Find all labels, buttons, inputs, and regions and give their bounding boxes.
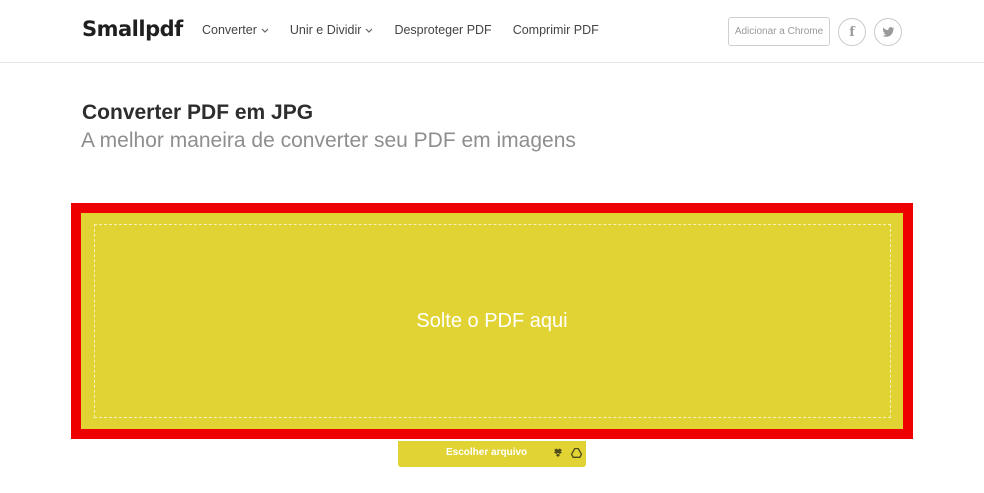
top-header: Smallpdf Converter Unir e Dividir Despro…	[0, 0, 984, 63]
page-subtitle: A melhor maneira de converter seu PDF em…	[81, 129, 576, 152]
nav-item-comprimir[interactable]: Comprimir PDF	[513, 23, 599, 37]
dropzone-label: Solte o PDF aqui	[416, 309, 568, 332]
main-nav: Converter Unir e Dividir Desproteger PDF…	[202, 23, 620, 37]
choose-file-label: Escolher arquivo	[446, 447, 528, 458]
nav-item-label: Unir e Dividir	[289, 23, 362, 37]
nav-item-desproteger[interactable]: Desproteger PDF	[394, 23, 491, 37]
facebook-icon[interactable]: f	[838, 18, 866, 46]
pdf-dropzone[interactable]: Solte o PDF aqui	[81, 213, 903, 429]
nav-item-label: Comprimir PDF	[512, 23, 599, 37]
nav-item-label: Converter	[202, 23, 257, 37]
twitter-icon[interactable]	[874, 18, 902, 46]
chevron-down-icon	[261, 25, 269, 35]
google-drive-icon[interactable]	[570, 447, 582, 459]
chevron-down-icon	[365, 25, 373, 35]
source-icons	[552, 447, 582, 459]
page-title: Converter PDF em JPG	[82, 101, 314, 124]
logo[interactable]: Smallpdf	[82, 17, 183, 41]
nav-item-converter[interactable]: Converter	[202, 23, 269, 37]
choose-file-button[interactable]: Escolher arquivo	[398, 441, 586, 467]
add-to-chrome-button[interactable]: Adicionar a Chrome	[728, 17, 830, 46]
dropbox-icon[interactable]	[552, 447, 564, 459]
nav-item-label: Desproteger PDF	[394, 23, 492, 37]
facebook-letter: f	[849, 24, 855, 40]
nav-item-unir-dividir[interactable]: Unir e Dividir	[290, 23, 374, 37]
